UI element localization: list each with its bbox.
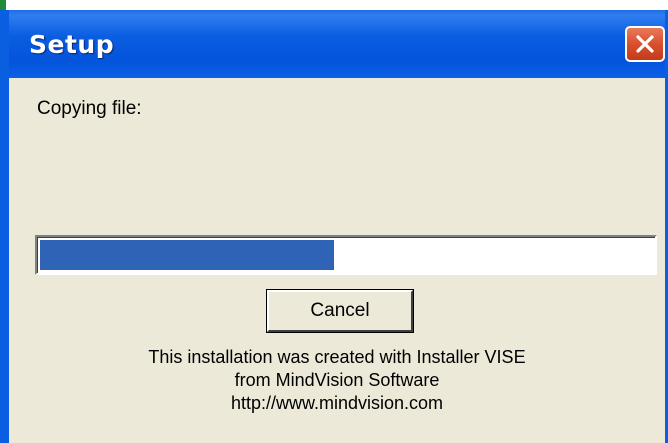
title-bar[interactable]: Setup: [9, 10, 665, 78]
cancel-button[interactable]: Cancel: [267, 290, 413, 332]
setup-window: Setup Copying file: Cancel This installa…: [0, 10, 668, 443]
window-title: Setup: [29, 30, 115, 59]
progress-fill: [40, 240, 334, 270]
close-button[interactable]: [625, 26, 665, 62]
status-label: Copying file:: [37, 98, 142, 119]
credits-line: This installation was created with Insta…: [148, 347, 526, 367]
credits-line: from MindVision Software: [234, 370, 440, 390]
credits-url: http://www.mindvision.com: [230, 393, 444, 413]
installer-credits: This installation was created with Insta…: [9, 346, 665, 415]
progress-bar: [35, 235, 657, 275]
